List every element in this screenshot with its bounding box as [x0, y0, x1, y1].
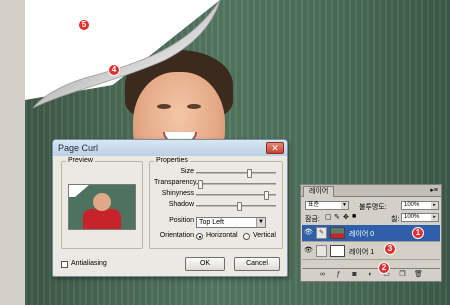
position-value: Top Left: [199, 219, 224, 226]
horizontal-label: Horizontal: [206, 232, 238, 239]
adjustment-icon[interactable]: ◐: [366, 270, 375, 279]
callout-2: 2: [378, 262, 390, 274]
preview-person-head: [93, 193, 111, 211]
shinyness-slider-thumb[interactable]: [264, 191, 269, 200]
chevron-right-icon: ▸: [431, 202, 438, 209]
callout-1: 1: [412, 227, 424, 239]
page-curl-dialog: Page Curl ✕ Preview Properties Size Tran…: [52, 139, 288, 277]
shinyness-label: Shinyness: [161, 190, 194, 197]
panel-menu-icon[interactable]: ▸≡: [430, 186, 438, 194]
preview-image: [68, 184, 136, 230]
lock-label: 잠금:: [305, 216, 320, 223]
opacity-label: 불투명도:: [359, 204, 387, 211]
fill-label: 칠:: [391, 216, 400, 223]
shinyness-row: Shinyness: [150, 190, 284, 200]
ok-button[interactable]: OK: [185, 257, 225, 271]
position-label: Position: [169, 217, 194, 224]
layer-name: 레이어 0: [349, 231, 375, 238]
preview-person-body: [83, 209, 121, 229]
callout-4: 4: [108, 64, 120, 76]
layer-thumbnail: [330, 245, 345, 257]
fill-field[interactable]: 100% ▸: [401, 213, 439, 222]
shadow-row: Shadow: [150, 201, 284, 211]
transparency-slider[interactable]: [196, 180, 276, 189]
lock-transparent-icon[interactable]: ▢: [325, 213, 332, 221]
size-slider[interactable]: [196, 169, 276, 178]
trash-icon[interactable]: 🗑: [414, 270, 423, 279]
size-slider-thumb[interactable]: [247, 169, 252, 178]
position-row: Position Top Left ▼: [150, 217, 284, 228]
opacity-value: 100%: [404, 202, 420, 208]
orientation-label: Orientation: [159, 232, 194, 239]
link-slot-icon: [316, 245, 327, 257]
mask-icon[interactable]: ◙: [350, 270, 359, 279]
properties-label: Properties: [154, 157, 190, 164]
shadow-slider-thumb[interactable]: [237, 202, 242, 211]
transparency-slider-thumb[interactable]: [198, 180, 203, 189]
preview-group: Preview: [61, 157, 143, 249]
size-label: Size: [180, 168, 194, 175]
lock-paint-icon[interactable]: ✎: [334, 213, 340, 221]
chevron-down-icon: ▼: [341, 202, 348, 209]
cancel-button[interactable]: Cancel: [234, 257, 280, 271]
blend-mode-select[interactable]: 표준 ▼: [305, 201, 349, 210]
layer-row[interactable]: 👁 레이어 1: [302, 243, 440, 260]
tab-layers[interactable]: 레이어: [303, 186, 335, 197]
link-icon[interactable]: ∞: [318, 270, 327, 279]
horizontal-radio[interactable]: [196, 233, 203, 240]
transparency-label: Transparency: [154, 179, 197, 186]
eye-icon[interactable]: 👁: [304, 229, 314, 237]
antialiasing-label: Antialiasing: [71, 260, 107, 267]
preview-label: Preview: [66, 157, 95, 164]
lock-move-icon[interactable]: ✥: [343, 213, 349, 221]
callout-3: 3: [384, 243, 396, 255]
layer-thumbnail: [330, 227, 345, 239]
vertical-label: Vertical: [253, 232, 276, 239]
page-curl-shape: [32, 0, 221, 109]
callout-5: 5: [78, 19, 90, 31]
shinyness-slider[interactable]: [196, 191, 276, 200]
layers-tabbar: 레이어 ▸≡: [301, 185, 441, 197]
antialiasing-checkbox[interactable]: [61, 261, 68, 268]
new-layer-icon[interactable]: ❐: [398, 270, 407, 279]
lock-all-icon[interactable]: ■: [352, 213, 356, 220]
properties-group: Properties Size Transparency Shinyness S…: [149, 157, 284, 249]
eye-icon[interactable]: 👁: [304, 247, 314, 255]
chevron-right-icon: ▸: [431, 214, 438, 221]
layers-bottom-bar: ∞ ƒ ◙ ◐ ▭ ❐ 🗑: [302, 268, 440, 280]
brush-icon: ✎: [316, 227, 327, 239]
orientation-row: Orientation Horizontal Vertical: [150, 232, 284, 242]
shadow-slider[interactable]: [196, 202, 276, 211]
fill-value: 100%: [404, 214, 420, 220]
preview-curl: [69, 185, 89, 197]
close-icon[interactable]: ✕: [266, 142, 284, 154]
shadow-label: Shadow: [168, 201, 194, 208]
transparency-row: Transparency: [150, 179, 284, 189]
chevron-down-icon: ▼: [256, 218, 265, 227]
opacity-field[interactable]: 100% ▸: [401, 201, 439, 210]
layer-name: 레이어 1: [349, 249, 375, 256]
dialog-title: Page Curl: [53, 140, 287, 156]
size-row: Size: [150, 168, 284, 178]
vertical-radio[interactable]: [243, 233, 250, 240]
fx-icon[interactable]: ƒ: [334, 270, 343, 279]
blend-mode-value: 표준: [308, 202, 320, 208]
position-select[interactable]: Top Left ▼: [196, 217, 266, 228]
